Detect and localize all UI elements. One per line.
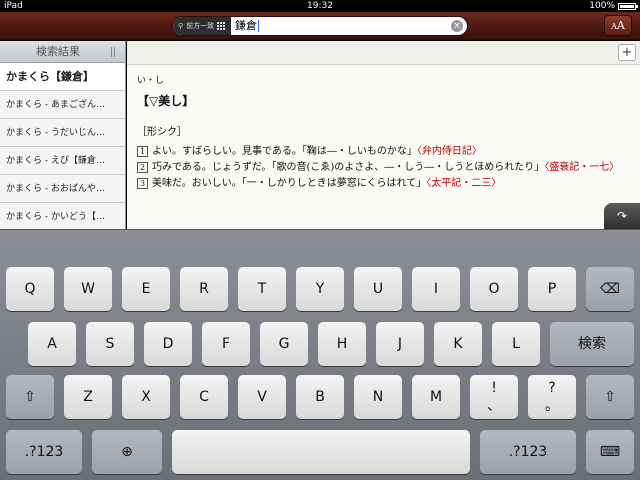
grip-icon[interactable] — [111, 47, 115, 57]
numbers-key-left[interactable]: .?123 — [6, 430, 82, 474]
key-z[interactable]: Z — [64, 375, 112, 419]
key-k[interactable]: K — [434, 322, 482, 366]
definition-number: 3 — [137, 178, 148, 189]
entry-headword: 【▽美し】 — [137, 94, 195, 108]
result-item[interactable]: かまくら - うだいじん… — [0, 119, 125, 147]
key-d[interactable]: D — [144, 322, 192, 366]
search-results-sidebar: 検索結果 かまくら【鎌倉】 かまくら - あまござん… かまくら - うだいじん… — [0, 41, 126, 231]
definition-number: 2 — [137, 162, 148, 173]
result-item[interactable]: かまくら - かいどう【… — [0, 203, 125, 231]
page-curl-icon[interactable]: ↷ — [604, 203, 640, 229]
shift-key[interactable]: ⇧ — [6, 375, 54, 419]
globe-key[interactable]: ⊕ — [92, 430, 162, 474]
definition-item: 3 美味だ。おいしい。「一・しかりしときは夢窓にくらはれて」〈太平記・二三〉 — [137, 176, 630, 192]
citation-link[interactable]: 〈盛衰記・一七〉 — [544, 162, 619, 173]
entry-body: い・し 【▽美し】 ［形シク］ 1 よい。すばらしい。見事である。「鞠は―・しいも… — [127, 65, 640, 200]
definition-text: よい。すばらしい。見事である。「鞠は―・しいものかな」 — [152, 146, 417, 157]
key-o[interactable]: O — [470, 267, 518, 311]
battery-icon — [618, 2, 638, 10]
dictionary-entry-pane: + い・し 【▽美し】 ［形シク］ 1 よい。すばらしい。見事である。「鞠は―・し… — [127, 41, 640, 229]
search-mode-selector[interactable]: ⚲ 前方一致 — [173, 17, 231, 35]
key-e[interactable]: E — [122, 267, 170, 311]
search-bar[interactable]: ⚲ 前方一致 鎌倉 × — [172, 16, 468, 36]
backspace-icon: ⌫ — [600, 281, 620, 297]
shift-icon: ⇧ — [604, 389, 616, 405]
key-n[interactable]: N — [354, 375, 402, 419]
app-header: ⚲ 前方一致 鎌倉 × AA — [0, 12, 640, 40]
grid-icon — [217, 22, 226, 30]
battery-percent: 100% — [589, 1, 615, 11]
onscreen-keyboard: Q W E R T Y U I O P ⌫ A S D F G H J K L … — [0, 229, 640, 480]
key-exclamation[interactable]: ! 、 — [470, 375, 518, 419]
key-g[interactable]: G — [260, 322, 308, 366]
key-j[interactable]: J — [376, 322, 424, 366]
search-key[interactable]: 検索 — [550, 322, 634, 366]
citation-link[interactable]: 〈弁内侍日記〉 — [417, 146, 482, 157]
citation-link[interactable]: 〈太平記・二三〉 — [426, 178, 501, 189]
numbers-key-right[interactable]: .?123 — [480, 430, 576, 474]
key-c[interactable]: C — [180, 375, 228, 419]
key-t[interactable]: T — [238, 267, 286, 311]
key-y[interactable]: Y — [296, 267, 344, 311]
globe-icon: ⊕ — [121, 444, 133, 460]
definition-text: 巧みである。じょうずだ。「歌の音(こゑ)のよさよ、―・しう―・しうとほめられたり… — [152, 162, 545, 173]
shift-key-right[interactable]: ⇧ — [586, 375, 634, 419]
key-h[interactable]: H — [318, 322, 366, 366]
key-m[interactable]: M — [412, 375, 460, 419]
definition-item: 2 巧みである。じょうずだ。「歌の音(こゑ)のよさよ、―・しう―・しうとほめられた… — [137, 160, 630, 176]
hide-keyboard-key[interactable]: ⌨ — [586, 430, 634, 474]
entry-reading: い・し — [137, 76, 165, 86]
result-item[interactable]: かまくら - おおばんや… — [0, 175, 125, 203]
key-r[interactable]: R — [180, 267, 228, 311]
key-q[interactable]: Q — [6, 267, 54, 311]
keyboard-hide-icon: ⌨ — [599, 444, 621, 460]
key-s[interactable]: S — [86, 322, 134, 366]
key-x[interactable]: X — [122, 375, 170, 419]
status-bar: iPad 19:32 100% — [0, 0, 640, 12]
result-item[interactable]: かまくら【鎌倉】 — [0, 63, 125, 91]
definition-item: 1 よい。すばらしい。見事である。「鞠は―・しいものかな」〈弁内侍日記〉 — [137, 144, 630, 160]
key-b[interactable]: B — [296, 375, 344, 419]
key-v[interactable]: V — [238, 375, 286, 419]
key-a[interactable]: A — [28, 322, 76, 366]
shift-icon: ⇧ — [24, 389, 36, 405]
result-item[interactable]: かまくら - あまござん… — [0, 91, 125, 119]
key-i[interactable]: I — [412, 267, 460, 311]
search-mode-label: 前方一致 — [186, 22, 215, 30]
key-f[interactable]: F — [202, 322, 250, 366]
key-question[interactable]: ? 。 — [528, 375, 576, 419]
definition-number: 1 — [137, 146, 148, 157]
space-bar[interactable] — [172, 430, 470, 474]
key-p[interactable]: P — [528, 267, 576, 311]
definition-text: 美味だ。おいしい。「一・しかりしときは夢窓にくらはれて」 — [152, 178, 427, 189]
key-u[interactable]: U — [354, 267, 402, 311]
content-toolbar: + — [127, 41, 640, 65]
backspace-key[interactable]: ⌫ — [586, 267, 634, 311]
result-item[interactable]: かまくら - えび【鎌倉… — [0, 147, 125, 175]
status-time: 19:32 — [307, 1, 333, 11]
battery-indicator: 100% — [589, 0, 638, 12]
search-input[interactable]: 鎌倉 — [235, 17, 259, 35]
key-w[interactable]: W — [64, 267, 112, 311]
key-l[interactable]: L — [492, 322, 540, 366]
clear-search-icon[interactable]: × — [451, 20, 463, 32]
font-size-button[interactable]: AA — [604, 15, 632, 36]
search-icon: ⚲ — [178, 22, 184, 30]
entry-part-of-speech: ［形シク］ — [137, 127, 187, 138]
add-bookmark-button[interactable]: + — [618, 44, 636, 61]
sidebar-title: 検索結果 — [0, 41, 125, 63]
